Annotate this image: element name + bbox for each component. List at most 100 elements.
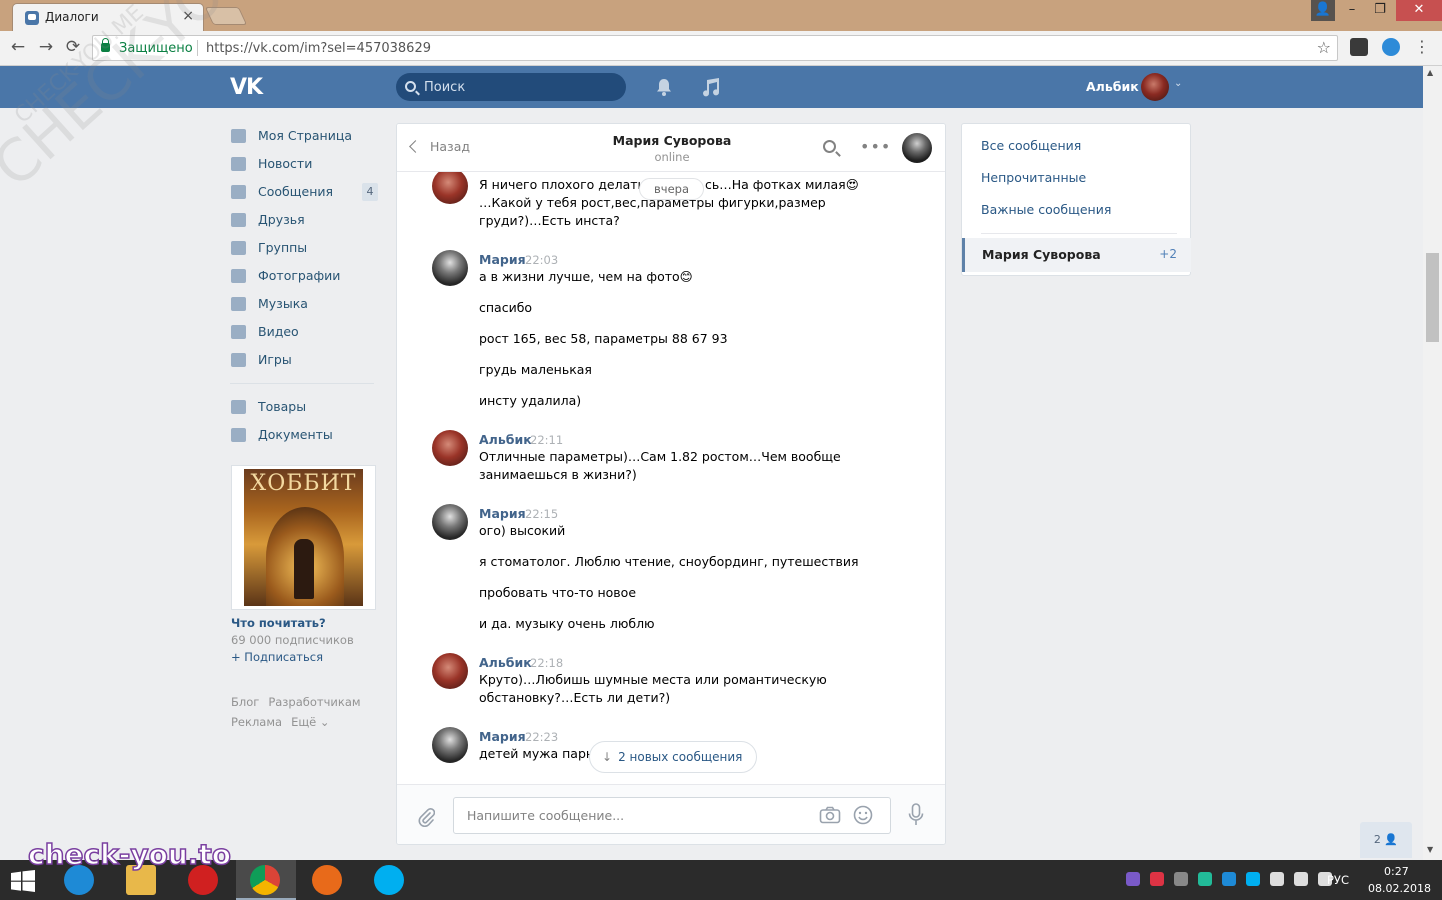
nav-item[interactable]: Фотографии (230, 262, 380, 290)
message-history[interactable]: вчера Я ничего плохого делать н …Какой у … (397, 172, 945, 784)
nav-item[interactable]: Группы (230, 234, 380, 262)
nav-item[interactable]: Музыка (230, 290, 380, 318)
footer-links: Блог Разработчикам Реклама Ещё ⌄ (231, 692, 381, 732)
hobbit-figure-shape (294, 539, 314, 599)
message-author[interactable]: Мария (479, 252, 526, 267)
message-avatar[interactable] (432, 430, 468, 466)
window-close-button[interactable]: ✕ (1396, 0, 1442, 21)
message-avatar[interactable] (432, 250, 468, 286)
microphone-icon[interactable] (908, 803, 924, 827)
shield-icon[interactable] (1222, 872, 1236, 886)
nav-item[interactable]: Новости (230, 150, 380, 178)
bookmark-star-icon[interactable]: ☆ (1317, 38, 1331, 57)
nav-item[interactable]: Моя Страница (230, 122, 380, 150)
message-time: 22:03 (525, 253, 559, 267)
hobbit-cover-image: ХОББИТ (244, 469, 363, 606)
skype-tray-icon[interactable] (1246, 872, 1260, 886)
scroll-down-arrow-icon[interactable]: ▼ (1427, 845, 1433, 854)
chevron-down-icon[interactable]: ⌄ (1174, 78, 1182, 89)
new-tab-button[interactable] (204, 7, 248, 25)
tab-close-icon[interactable]: × (182, 8, 194, 24)
message-avatar[interactable] (432, 504, 468, 540)
nav-item-label: Игры (258, 352, 292, 367)
message-author[interactable]: Альбик (479, 655, 532, 670)
address-bar[interactable]: Защищено https://vk.com/im?sel=457038629… (92, 35, 1338, 61)
filter-all-messages[interactable]: Все сообщения (981, 138, 1081, 153)
user-avatar[interactable] (1141, 73, 1169, 101)
bell-icon[interactable] (654, 77, 674, 97)
ad-title-link[interactable]: Что почитать? (231, 616, 376, 630)
music-note-icon[interactable] (700, 77, 720, 97)
message-author[interactable]: Альбик (479, 432, 532, 447)
peer-avatar[interactable] (902, 133, 932, 163)
windows-start-icon[interactable] (10, 870, 36, 892)
filter-important[interactable]: Важные сообщения (981, 202, 1111, 217)
search-icon[interactable] (823, 140, 836, 153)
clock-date[interactable]: 08.02.2018 (1368, 882, 1431, 895)
footer-link-blog[interactable]: Блог (231, 695, 259, 709)
nav-item[interactable]: Сообщения 4 (230, 178, 380, 206)
message-text: Круто)…Любишь шумные места или романтиче… (479, 672, 827, 687)
emoji-smile-icon[interactable] (853, 805, 873, 825)
page-scrollbar[interactable] (1423, 66, 1442, 860)
vk-header: VK Альбик ⌄ (0, 66, 1423, 108)
footer-link-ads[interactable]: Реклама (231, 715, 282, 729)
nav-item[interactable]: Друзья (230, 206, 380, 234)
message-avatar[interactable] (432, 172, 468, 204)
scrollbar-thumb[interactable] (1426, 253, 1439, 342)
unread-badge: 4 (362, 183, 378, 201)
language-indicator[interactable]: РУС (1327, 873, 1349, 887)
nav-item-label: Сообщения (258, 184, 334, 199)
message-author[interactable]: Мария (479, 506, 526, 521)
user-name[interactable]: Альбик (1086, 79, 1139, 94)
message-text: инсту удалила) (479, 393, 582, 408)
search-box[interactable] (396, 73, 626, 101)
camera-icon[interactable] (819, 806, 841, 824)
network-icon[interactable] (1294, 872, 1308, 886)
message-author[interactable]: Мария (479, 729, 526, 744)
ad-image[interactable]: ХОББИТ (231, 465, 376, 610)
taskbar-app[interactable] (236, 860, 296, 900)
paperclip-icon[interactable] (417, 807, 435, 827)
vk-logo[interactable]: VK (230, 75, 263, 100)
new-messages-button[interactable]: ↓ 2 новых сообщения (589, 741, 758, 773)
footer-link-developers[interactable]: Разработчикам (268, 695, 360, 709)
profile-user-icon[interactable]: 👤 (1311, 0, 1335, 21)
window-minimize-button[interactable]: – (1338, 0, 1366, 21)
search-input[interactable] (424, 73, 619, 101)
message-text: спасибо (479, 300, 533, 315)
url-text[interactable]: https://vk.com/im?sel=457038629 (206, 41, 431, 56)
footer-link-more[interactable]: Ещё ⌄ (291, 715, 329, 729)
back-arrow-icon[interactable]: ← (8, 38, 28, 58)
vpn-icon[interactable] (1150, 872, 1164, 886)
nav-item[interactable]: Видео (230, 318, 380, 346)
network-tool-icon[interactable] (1174, 872, 1188, 886)
tray-arrow-icon[interactable] (1270, 872, 1284, 886)
viber-icon[interactable] (1126, 872, 1140, 886)
reload-icon[interactable]: ⟳ (63, 38, 83, 58)
taskbar-app[interactable] (298, 860, 358, 900)
nav-item[interactable]: Документы (230, 421, 380, 449)
taskbar-app[interactable] (360, 860, 420, 900)
message-avatar[interactable] (432, 727, 468, 763)
window-restore-button[interactable]: ❐ (1366, 0, 1394, 21)
extension-icon[interactable] (1350, 38, 1368, 56)
new-messages-label: 2 новых сообщения (618, 750, 743, 764)
forward-arrow-icon[interactable]: → (36, 38, 56, 58)
filter-unread[interactable]: Непрочитанные (981, 170, 1086, 185)
dialog-filters-panel: Все сообщения Непрочитанные Важные сообщ… (961, 123, 1191, 276)
browser-menu-icon[interactable]: ⋮ (1412, 38, 1432, 58)
browser-tab[interactable]: Диалоги × (12, 3, 204, 31)
online-friends-button[interactable]: 2 👤 (1360, 822, 1412, 858)
update-icon[interactable] (1198, 872, 1212, 886)
ad-subscribe-link[interactable]: + Подписаться (231, 650, 376, 664)
nav-item[interactable]: Игры (230, 346, 380, 374)
clock-time[interactable]: 0:27 (1384, 865, 1409, 878)
nav-item-label: Моя Страница (258, 128, 352, 143)
more-actions-icon[interactable]: ••• (860, 137, 891, 156)
scroll-up-arrow-icon[interactable]: ▲ (1427, 68, 1433, 77)
active-dialog-item[interactable]: Мария Суворова +2 (962, 238, 1191, 272)
message-avatar[interactable] (432, 653, 468, 689)
nav-item[interactable]: Товары (230, 393, 380, 421)
vpn-extension-icon[interactable] (1382, 38, 1400, 56)
